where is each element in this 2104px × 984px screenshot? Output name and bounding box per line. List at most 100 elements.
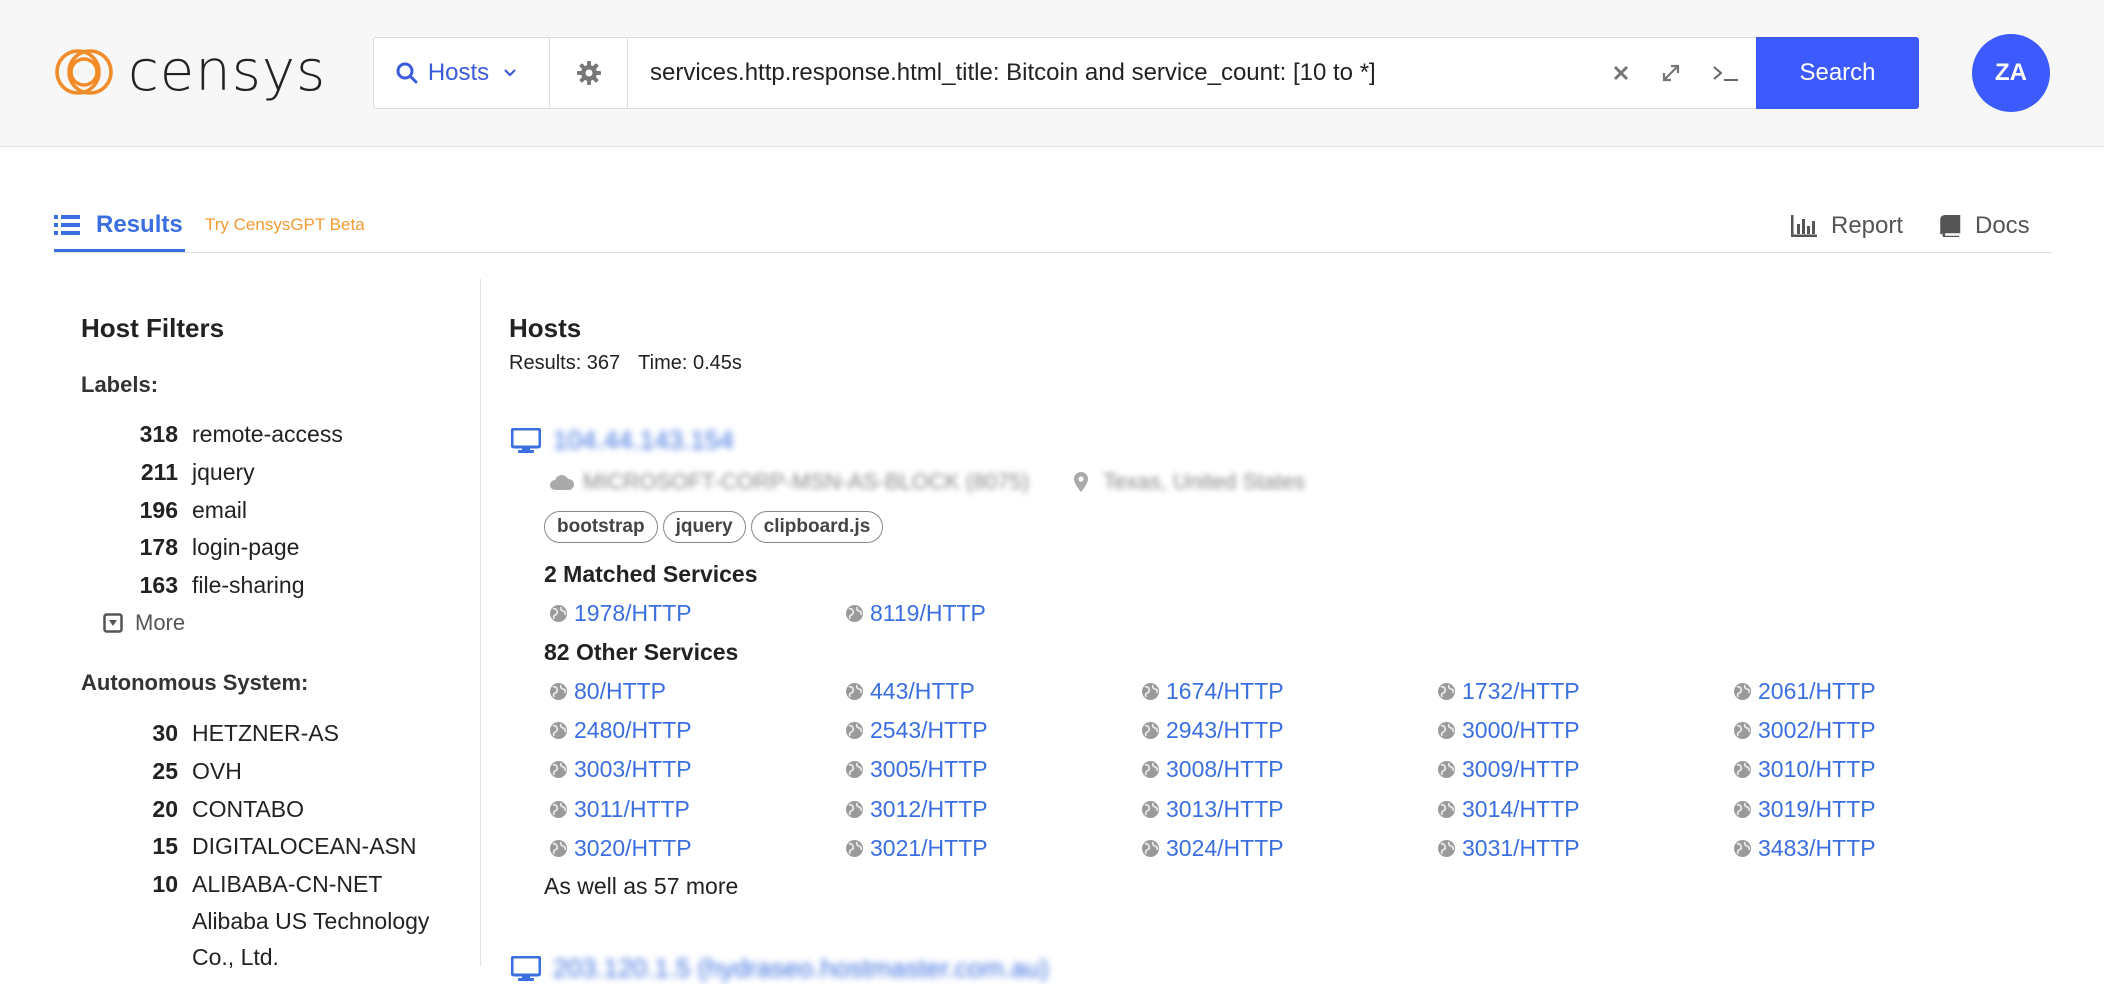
service-link[interactable]: 3012/HTTP (845, 795, 1141, 824)
service-link[interactable]: 2943/HTTP (1141, 716, 1437, 745)
service-link[interactable]: 80/HTTP (549, 677, 845, 706)
clear-query-button[interactable] (1596, 65, 1646, 81)
gear-icon (576, 61, 601, 85)
report-link[interactable]: Report (1791, 212, 1903, 240)
service-label: 3002/HTTP (1758, 717, 1876, 744)
desktop-icon (511, 427, 541, 453)
service-link[interactable]: 3003/HTTP (549, 755, 845, 784)
censys-logo[interactable]: censys (54, 42, 326, 102)
caret-square-down-icon (103, 613, 123, 633)
globe-icon (846, 839, 863, 857)
scope-dropdown[interactable]: Hosts (374, 38, 550, 108)
globe-icon (1734, 800, 1751, 818)
filter-label-email[interactable]: 196 email (110, 491, 343, 529)
service-link[interactable]: 3009/HTTP (1437, 755, 1733, 784)
service-link[interactable]: 3011/HTTP (549, 795, 845, 824)
host-result-link[interactable]: 203.120.1.5 (hydraseo.hostmaster.com.au) (511, 953, 1049, 984)
service-link[interactable]: 1732/HTTP (1437, 677, 1733, 706)
service-link[interactable]: 8119/HTTP (845, 599, 1141, 628)
host-asn[interactable]: MICROSOFT-CORP-MSN-AS-BLOCK (8075) (583, 469, 1029, 495)
service-link[interactable]: 3019/HTTP (1733, 795, 2029, 824)
search-button[interactable]: Search (1756, 37, 1919, 109)
globe-icon (846, 605, 863, 622)
service-label: 2480/HTTP (574, 717, 692, 744)
service-label: 3024/HTTP (1166, 834, 1284, 861)
as-filter-list: 30 HETZNER-AS 25 OVH 20 CONTABO 15 DIGITALOC… (110, 715, 417, 904)
service-label: 3009/HTTP (1462, 756, 1580, 783)
host-location[interactable]: Texas, United States (1103, 469, 1305, 495)
tag-clipboard-js[interactable]: clipboard.js (750, 511, 884, 543)
service-link[interactable]: 3020/HTTP (549, 834, 845, 863)
service-link[interactable]: 3014/HTTP (1437, 795, 1733, 824)
tag-jquery[interactable]: jquery (662, 511, 746, 543)
service-label: 8119/HTTP (870, 600, 986, 626)
service-label: 3020/HTTP (574, 834, 692, 861)
desktop-icon (511, 955, 541, 981)
expand-icon (1662, 64, 1680, 82)
globe-icon (1734, 683, 1751, 700)
docs-link[interactable]: Docs (1939, 212, 2030, 240)
other-services-heading: 82 Other Services (544, 639, 739, 665)
filter-as-alibaba[interactable]: 10 ALIBABA-CN-NET (110, 866, 417, 904)
other-services-list: 80/HTTP 443/HTTP 1674/HTTP 1732/HTTP 2061/HT… (549, 677, 2029, 863)
service-label: 3013/HTTP (1166, 795, 1284, 822)
avatar[interactable]: ZA (1972, 34, 2050, 112)
service-link[interactable]: 3005/HTTP (845, 755, 1141, 784)
service-link[interactable]: 443/HTTP (845, 677, 1141, 706)
search-input[interactable]: services.http.response.html_title: Bitco… (628, 59, 1596, 87)
service-link[interactable]: 3002/HTTP (1733, 716, 2029, 745)
filter-as-hetzner[interactable]: 30 HETZNER-AS (110, 715, 417, 753)
globe-icon (1142, 683, 1159, 700)
terminal-icon (1713, 66, 1738, 81)
service-label: 3019/HTTP (1758, 795, 1876, 822)
service-link[interactable]: 3010/HTTP (1733, 755, 2029, 784)
host-ip: 104.44.143.154 (553, 425, 734, 455)
service-link[interactable]: 1674/HTTP (1141, 677, 1437, 706)
try-censysgpt-link[interactable]: Try CensysGPT Beta (205, 215, 365, 235)
service-link[interactable]: 2480/HTTP (549, 716, 845, 745)
as-heading: Autonomous System: (81, 670, 309, 695)
filter-label-login-page[interactable]: 178 login-page (110, 529, 343, 567)
service-label: 3031/HTTP (1462, 834, 1580, 861)
tab-results[interactable]: Results (54, 200, 185, 252)
filter-as-digitalocean[interactable]: 15 DIGITALOCEAN-ASN (110, 828, 416, 866)
terminal-query-button[interactable] (1696, 63, 1756, 83)
host-result-link[interactable]: 104.44.143.154 (511, 425, 734, 456)
service-label: 3003/HTTP (574, 756, 692, 783)
filter-label-jquery[interactable]: 211 jquery (110, 454, 343, 492)
filter-as-contabo[interactable]: 20 CONTABO (110, 790, 417, 828)
globe-icon (1438, 800, 1455, 818)
service-link[interactable]: 2543/HTTP (845, 716, 1141, 745)
globe-icon (1438, 722, 1455, 740)
results-stats: Results: 367 Time: 0.45s (509, 352, 760, 375)
service-link[interactable]: 3021/HTTP (845, 834, 1141, 863)
labels-heading: Labels: (81, 372, 159, 397)
tag-bootstrap[interactable]: bootstrap (544, 511, 658, 543)
service-link[interactable]: 3024/HTTP (1141, 834, 1437, 863)
globe-icon (550, 800, 567, 818)
host-filters-sidebar: Host Filters Labels: 318 remote-access 21… (0, 279, 481, 970)
service-link[interactable]: 1978/HTTP (549, 599, 845, 628)
service-link[interactable]: 2061/HTTP (1733, 677, 2029, 706)
more-labels-button[interactable]: More (103, 610, 185, 636)
expand-query-button[interactable] (1646, 62, 1696, 84)
filter-label-remote-access[interactable]: 318 remote-access (110, 416, 343, 454)
globe-icon (846, 683, 863, 700)
service-link[interactable]: 3000/HTTP (1437, 716, 1733, 745)
globe-icon (1734, 839, 1751, 857)
service-link[interactable]: 3008/HTTP (1141, 755, 1437, 784)
service-link[interactable]: 3013/HTTP (1141, 795, 1437, 824)
search-settings-button[interactable] (550, 38, 628, 108)
filter-label-file-sharing[interactable]: 163 file-sharing (110, 567, 343, 605)
service-label: 2943/HTTP (1166, 717, 1284, 744)
service-link[interactable]: 3031/HTTP (1437, 834, 1733, 863)
list-icon (54, 214, 80, 235)
more-label: More (135, 610, 186, 635)
service-link[interactable]: 3483/HTTP (1733, 834, 2029, 863)
sidebar-title: Host Filters (81, 313, 225, 343)
globe-icon (1438, 839, 1455, 857)
globe-icon (846, 722, 863, 740)
filter-as-ovh[interactable]: 25 OVH (110, 753, 417, 791)
close-icon (1613, 65, 1629, 81)
globe-icon (550, 761, 567, 779)
